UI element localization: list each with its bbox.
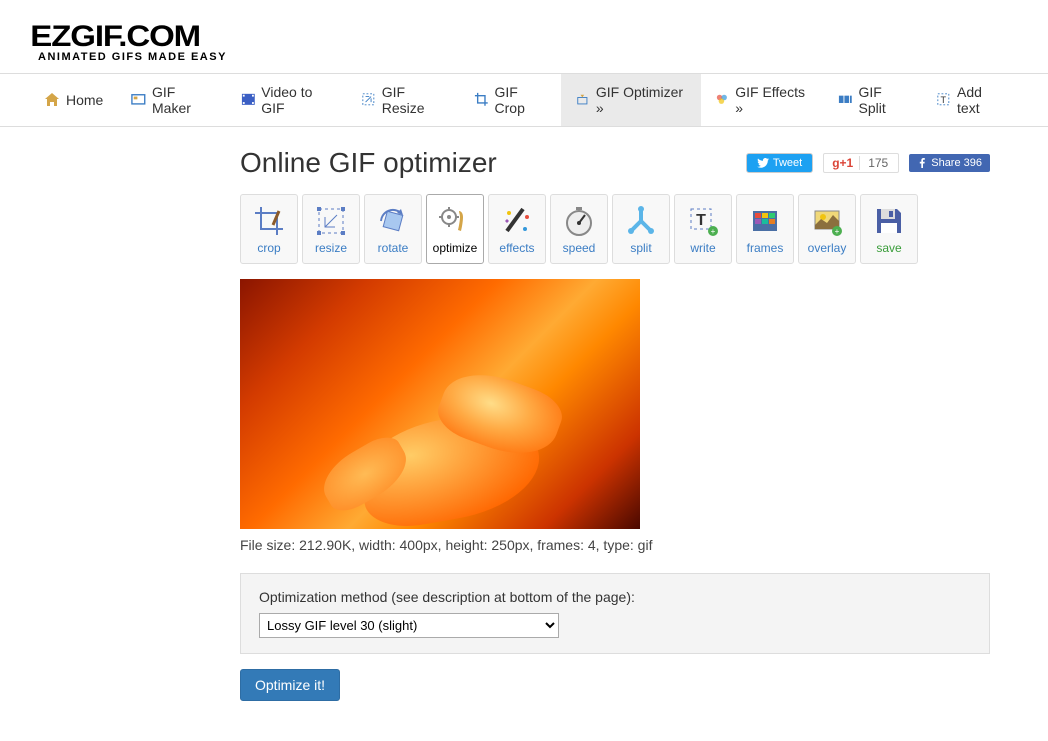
fb-share-button[interactable]: Share 396 (909, 154, 990, 172)
svg-text:+: + (835, 227, 840, 236)
gplus-icon: g+1 (826, 156, 859, 170)
facebook-icon (917, 158, 927, 168)
tool-overlay[interactable]: + overlay (798, 194, 856, 264)
split-icon (838, 92, 853, 108)
tool-label: split (630, 241, 651, 255)
tool-save[interactable]: save (860, 194, 918, 264)
tool-speed[interactable]: speed (550, 194, 608, 264)
gplus-count: 175 (859, 156, 896, 170)
nav-label: Video to GIF (261, 84, 333, 116)
tool-rotate[interactable]: rotate (364, 194, 422, 264)
tool-label: effects (499, 241, 534, 255)
tool-label: overlay (808, 241, 847, 255)
nav-label: Add text (957, 84, 1004, 116)
tool-toolbar: crop resize rotate optimize effects spee… (240, 194, 990, 264)
crop-icon (474, 92, 489, 108)
social-buttons: Tweet g+1 175 Share 396 (746, 153, 990, 173)
tool-crop[interactable]: crop (240, 194, 298, 264)
nav-label: GIF Resize (382, 84, 446, 116)
optimizer-icon (575, 92, 590, 108)
nav-label: GIF Optimizer » (596, 84, 687, 116)
overlay-tool-icon: + (809, 203, 845, 239)
page-title: Online GIF optimizer (240, 147, 497, 179)
site-logo[interactable]: EZGIF.COM ANIMATED GIFS MADE EASY (30, 0, 1018, 73)
tool-effects[interactable]: effects (488, 194, 546, 264)
svg-text:T: T (696, 212, 706, 229)
save-tool-icon (871, 203, 907, 239)
tool-label: speed (563, 241, 596, 255)
svg-text:+: + (711, 227, 716, 236)
optimize-tool-icon (437, 203, 473, 239)
nav-gif-effects[interactable]: GIF Effects » (701, 74, 824, 126)
nav-label: GIF Effects » (735, 84, 810, 116)
tool-label: frames (747, 241, 784, 255)
tool-label: save (876, 241, 901, 255)
file-info: File size: 212.90K, width: 400px, height… (240, 537, 990, 553)
tool-label: resize (315, 241, 347, 255)
frames-tool-icon (747, 203, 783, 239)
text-icon: T (936, 92, 951, 108)
twitter-icon (757, 158, 769, 168)
nav-label: Home (66, 92, 103, 108)
speed-tool-icon (561, 203, 597, 239)
method-label: Optimization method (see description at … (259, 589, 971, 605)
tool-label: write (690, 241, 715, 255)
logo-main: EZGIF.COM (30, 20, 200, 54)
tool-frames[interactable]: frames (736, 194, 794, 264)
nav-label: GIF Crop (495, 84, 548, 116)
svg-text:T: T (941, 95, 947, 105)
nav-label: GIF Maker (152, 84, 213, 116)
resize-tool-icon (313, 203, 349, 239)
nav-gif-crop[interactable]: GIF Crop (460, 74, 561, 126)
effects-tool-icon (499, 203, 535, 239)
tweet-label: Tweet (773, 157, 802, 169)
nav-add-text[interactable]: T Add text (922, 74, 1018, 126)
maker-icon (131, 92, 146, 108)
rotate-tool-icon (375, 203, 411, 239)
tweet-button[interactable]: Tweet (746, 153, 813, 173)
gif-preview (240, 279, 640, 529)
main-navigation: Home GIF Maker Video to GIF GIF Resize G… (0, 73, 1048, 127)
resize-icon (361, 92, 376, 108)
crop-tool-icon (251, 203, 287, 239)
nav-label: GIF Split (859, 84, 909, 116)
tool-optimize[interactable]: optimize (426, 194, 484, 264)
fb-label: Share 396 (931, 157, 982, 169)
tool-label: rotate (378, 241, 409, 255)
tool-resize[interactable]: resize (302, 194, 360, 264)
video-icon (241, 92, 256, 108)
nav-gif-resize[interactable]: GIF Resize (347, 74, 460, 126)
tool-write[interactable]: T+ write (674, 194, 732, 264)
tool-split[interactable]: split (612, 194, 670, 264)
home-icon (44, 92, 60, 108)
optimize-button[interactable]: Optimize it! (240, 669, 340, 701)
tool-label: crop (257, 241, 280, 255)
nav-gif-split[interactable]: GIF Split (824, 74, 922, 126)
optimization-method-select[interactable]: Lossy GIF level 30 (slight) (259, 613, 559, 638)
nav-home[interactable]: Home (30, 74, 117, 126)
tool-label: optimize (433, 241, 478, 255)
nav-gif-optimizer[interactable]: GIF Optimizer » (561, 74, 700, 126)
gplus-button[interactable]: g+1 175 (823, 153, 899, 173)
effects-icon (715, 92, 730, 108)
write-tool-icon: T+ (685, 203, 721, 239)
split-tool-icon (623, 203, 659, 239)
optimization-panel: Optimization method (see description at … (240, 573, 990, 654)
nav-video-to-gif[interactable]: Video to GIF (227, 74, 347, 126)
nav-gif-maker[interactable]: GIF Maker (117, 74, 226, 126)
